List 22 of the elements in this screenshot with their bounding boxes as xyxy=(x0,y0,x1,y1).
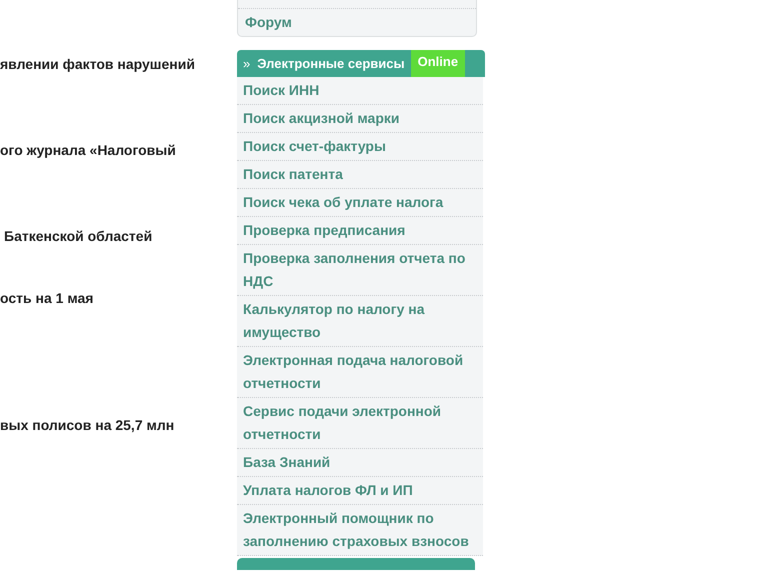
service-link[interactable]: Электронная подача налоговой отчетности xyxy=(237,347,483,398)
service-link[interactable]: Поиск счет-фактуры xyxy=(237,133,483,161)
service-link[interactable]: Сервис подачи электронной отчетности xyxy=(237,398,483,449)
service-link[interactable]: Проверка заполнения отчета по НДС xyxy=(237,245,483,296)
news-headline[interactable]: явлении фактов нарушений xyxy=(0,55,195,73)
chevron-icon: » xyxy=(243,56,250,71)
service-link[interactable]: Поиск патента xyxy=(237,161,483,189)
news-headline[interactable]: ого журнала «Налоговый xyxy=(0,141,176,159)
service-link[interactable]: Уплата налогов ФЛ и ИП xyxy=(237,477,483,505)
news-headline[interactable]: Баткенской областей xyxy=(4,227,152,245)
service-link[interactable]: Электронный помощник по заполнению страховых взносов xyxy=(237,505,483,556)
online-badge: Online xyxy=(410,50,466,77)
service-link[interactable]: Поиск акцизной марки xyxy=(237,105,483,133)
service-link[interactable]: Проверка предписания xyxy=(237,217,483,245)
service-link[interactable]: Поиск ИНН xyxy=(237,77,483,105)
service-link[interactable]: База Знаний xyxy=(237,449,483,477)
service-link[interactable]: Калькулятор по налогу на имущество xyxy=(237,296,483,347)
service-link[interactable]: Поиск чека об уплате налога xyxy=(237,189,483,217)
section-title: Электронные сервисы xyxy=(257,56,405,71)
menu-link[interactable]: Форум xyxy=(238,9,476,36)
news-headline[interactable]: вых полисов на 25,7 млн xyxy=(0,416,174,434)
news-headline[interactable]: ость на 1 мая xyxy=(0,289,94,307)
